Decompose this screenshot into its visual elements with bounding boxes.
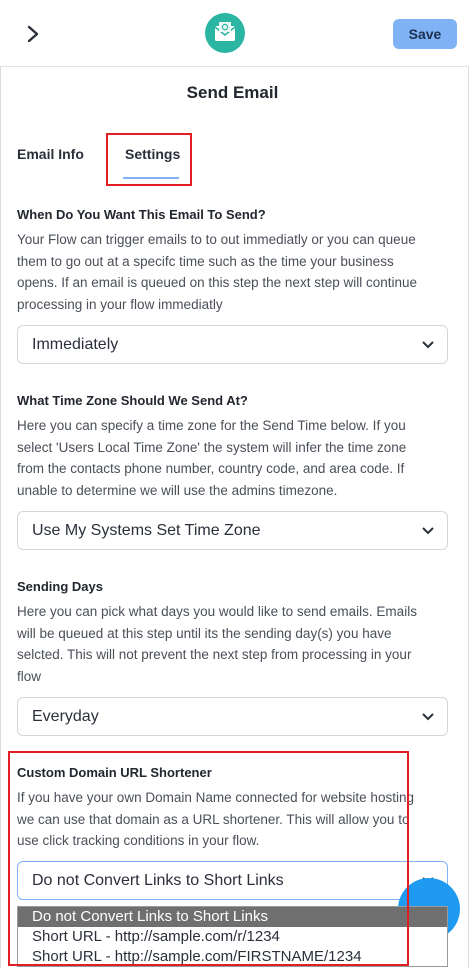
time-zone-description: Here you can specify a time zone for the… xyxy=(17,415,437,501)
send-time-select[interactable]: Immediately xyxy=(17,325,448,364)
description-line: Your Flow can trigger emails to to out i… xyxy=(17,232,416,247)
send-time-description: Your Flow can trigger emails to to out i… xyxy=(17,229,437,315)
time-zone-select[interactable]: Use My Systems Set Time Zone xyxy=(17,511,448,550)
description-line: Here you can pick what days you would li… xyxy=(17,604,417,619)
chevron-right-icon xyxy=(27,25,39,43)
settings-tab-highlight xyxy=(106,133,192,186)
page-title: Send Email xyxy=(186,83,279,102)
description-line: from the contacts phone number, country … xyxy=(17,461,405,476)
description-line: unable to determine we will use the admi… xyxy=(17,482,338,498)
tab-email-info[interactable]: Email Info xyxy=(17,146,84,162)
save-button[interactable]: Save xyxy=(393,19,457,49)
back-button[interactable] xyxy=(20,20,46,48)
sending-days-description: Here you can pick what days you would li… xyxy=(17,601,437,687)
chevron-down-icon xyxy=(422,527,434,535)
top-bar: Save xyxy=(0,0,469,67)
time-zone-heading: What Time Zone Should We Send At? xyxy=(17,393,248,408)
description-line: will be queued at this step until its th… xyxy=(17,625,392,641)
description-line: opens. If an email is queued on this ste… xyxy=(17,275,417,290)
description-line: select 'Users Local Time Zone' the syste… xyxy=(17,439,407,455)
url-shortener-highlight xyxy=(8,751,409,966)
chevron-down-icon xyxy=(422,341,434,349)
description-line: flow xyxy=(17,668,42,684)
description-line: Here you can specify a time zone for the… xyxy=(17,418,406,433)
sending-days-value: Everyday xyxy=(32,708,99,725)
description-line: selcted. This will not prevent the next … xyxy=(17,647,412,662)
sending-days-heading: Sending Days xyxy=(17,579,103,594)
description-line: processing in your flow immediatly xyxy=(17,296,223,312)
chevron-down-icon xyxy=(422,713,434,721)
send-time-heading: When Do You Want This Email To Send? xyxy=(17,207,266,222)
email-envelope-icon xyxy=(205,13,245,53)
send-time-value: Immediately xyxy=(32,336,119,353)
description-line: them to go out at a specifc time such as… xyxy=(17,253,394,269)
time-zone-value: Use My Systems Set Time Zone xyxy=(32,522,261,539)
sending-days-select[interactable]: Everyday xyxy=(17,697,448,736)
